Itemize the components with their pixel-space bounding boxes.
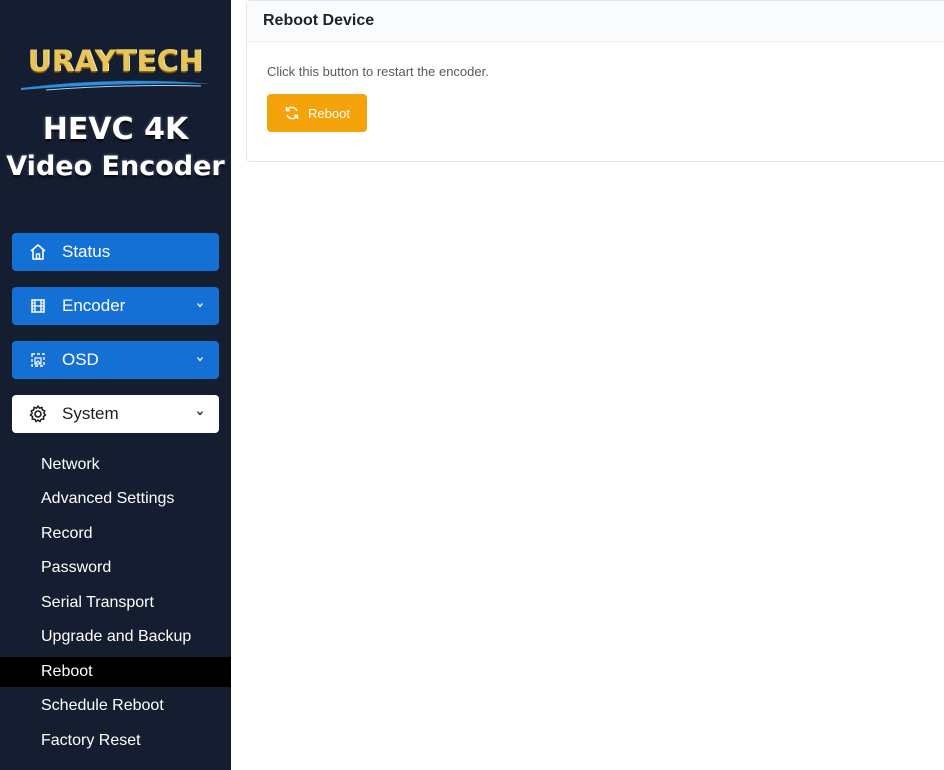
refresh-icon [284,105,300,121]
logo-swoosh-icon [20,80,211,91]
logo-text: URAYTECH [27,44,204,78]
sidebar-item-schedule-reboot[interactable]: Schedule Reboot [0,691,231,721]
product-line1: HEVC 4K [42,112,189,147]
card-title: Reboot Device [247,1,944,42]
home-icon [28,242,48,262]
nav-system-button[interactable]: System [12,395,219,433]
nav-status-button[interactable]: Status [12,233,219,271]
sidebar-item-reboot[interactable]: Reboot [0,657,231,687]
nav-encoder-label: Encoder [62,296,126,315]
sidebar-item-upgrade-backup[interactable]: Upgrade and Backup [0,622,231,652]
reboot-card: Reboot Device Click this button to resta… [246,0,944,162]
film-icon [28,296,48,316]
product-title: HEVC 4K Video Encoder [0,112,231,186]
sidebar-item-factory-reset[interactable]: Factory Reset [0,726,231,756]
logo: URAYTECH [0,44,231,92]
nav-osd-label: OSD [62,350,99,369]
chevron-down-icon [197,303,203,308]
sidebar-item-password[interactable]: Password [0,553,231,583]
nav-encoder-button[interactable]: Encoder [12,287,219,325]
image-frame-icon [28,350,48,370]
nav-osd-button[interactable]: OSD [12,341,219,379]
nav-status-label: Status [62,242,111,261]
nav-system-label: System [62,404,119,423]
reboot-description: Click this button to restart the encoder… [267,64,489,79]
sidebar-item-network[interactable]: Network [0,450,231,480]
reboot-button[interactable]: Reboot [267,94,367,132]
reboot-button-label: Reboot [308,105,350,121]
chevron-down-icon [197,411,203,416]
chevron-down-icon [197,357,203,362]
sidebar-item-record[interactable]: Record [0,519,231,549]
product-line2: Video Encoder [6,151,225,182]
sidebar-item-advanced-settings[interactable]: Advanced Settings [0,484,231,514]
sidebar-item-serial-transport[interactable]: Serial Transport [0,588,231,618]
sidebar: URAYTECH HEVC 4K Video Encoder Status En… [0,0,231,770]
gear-icon [28,404,48,424]
